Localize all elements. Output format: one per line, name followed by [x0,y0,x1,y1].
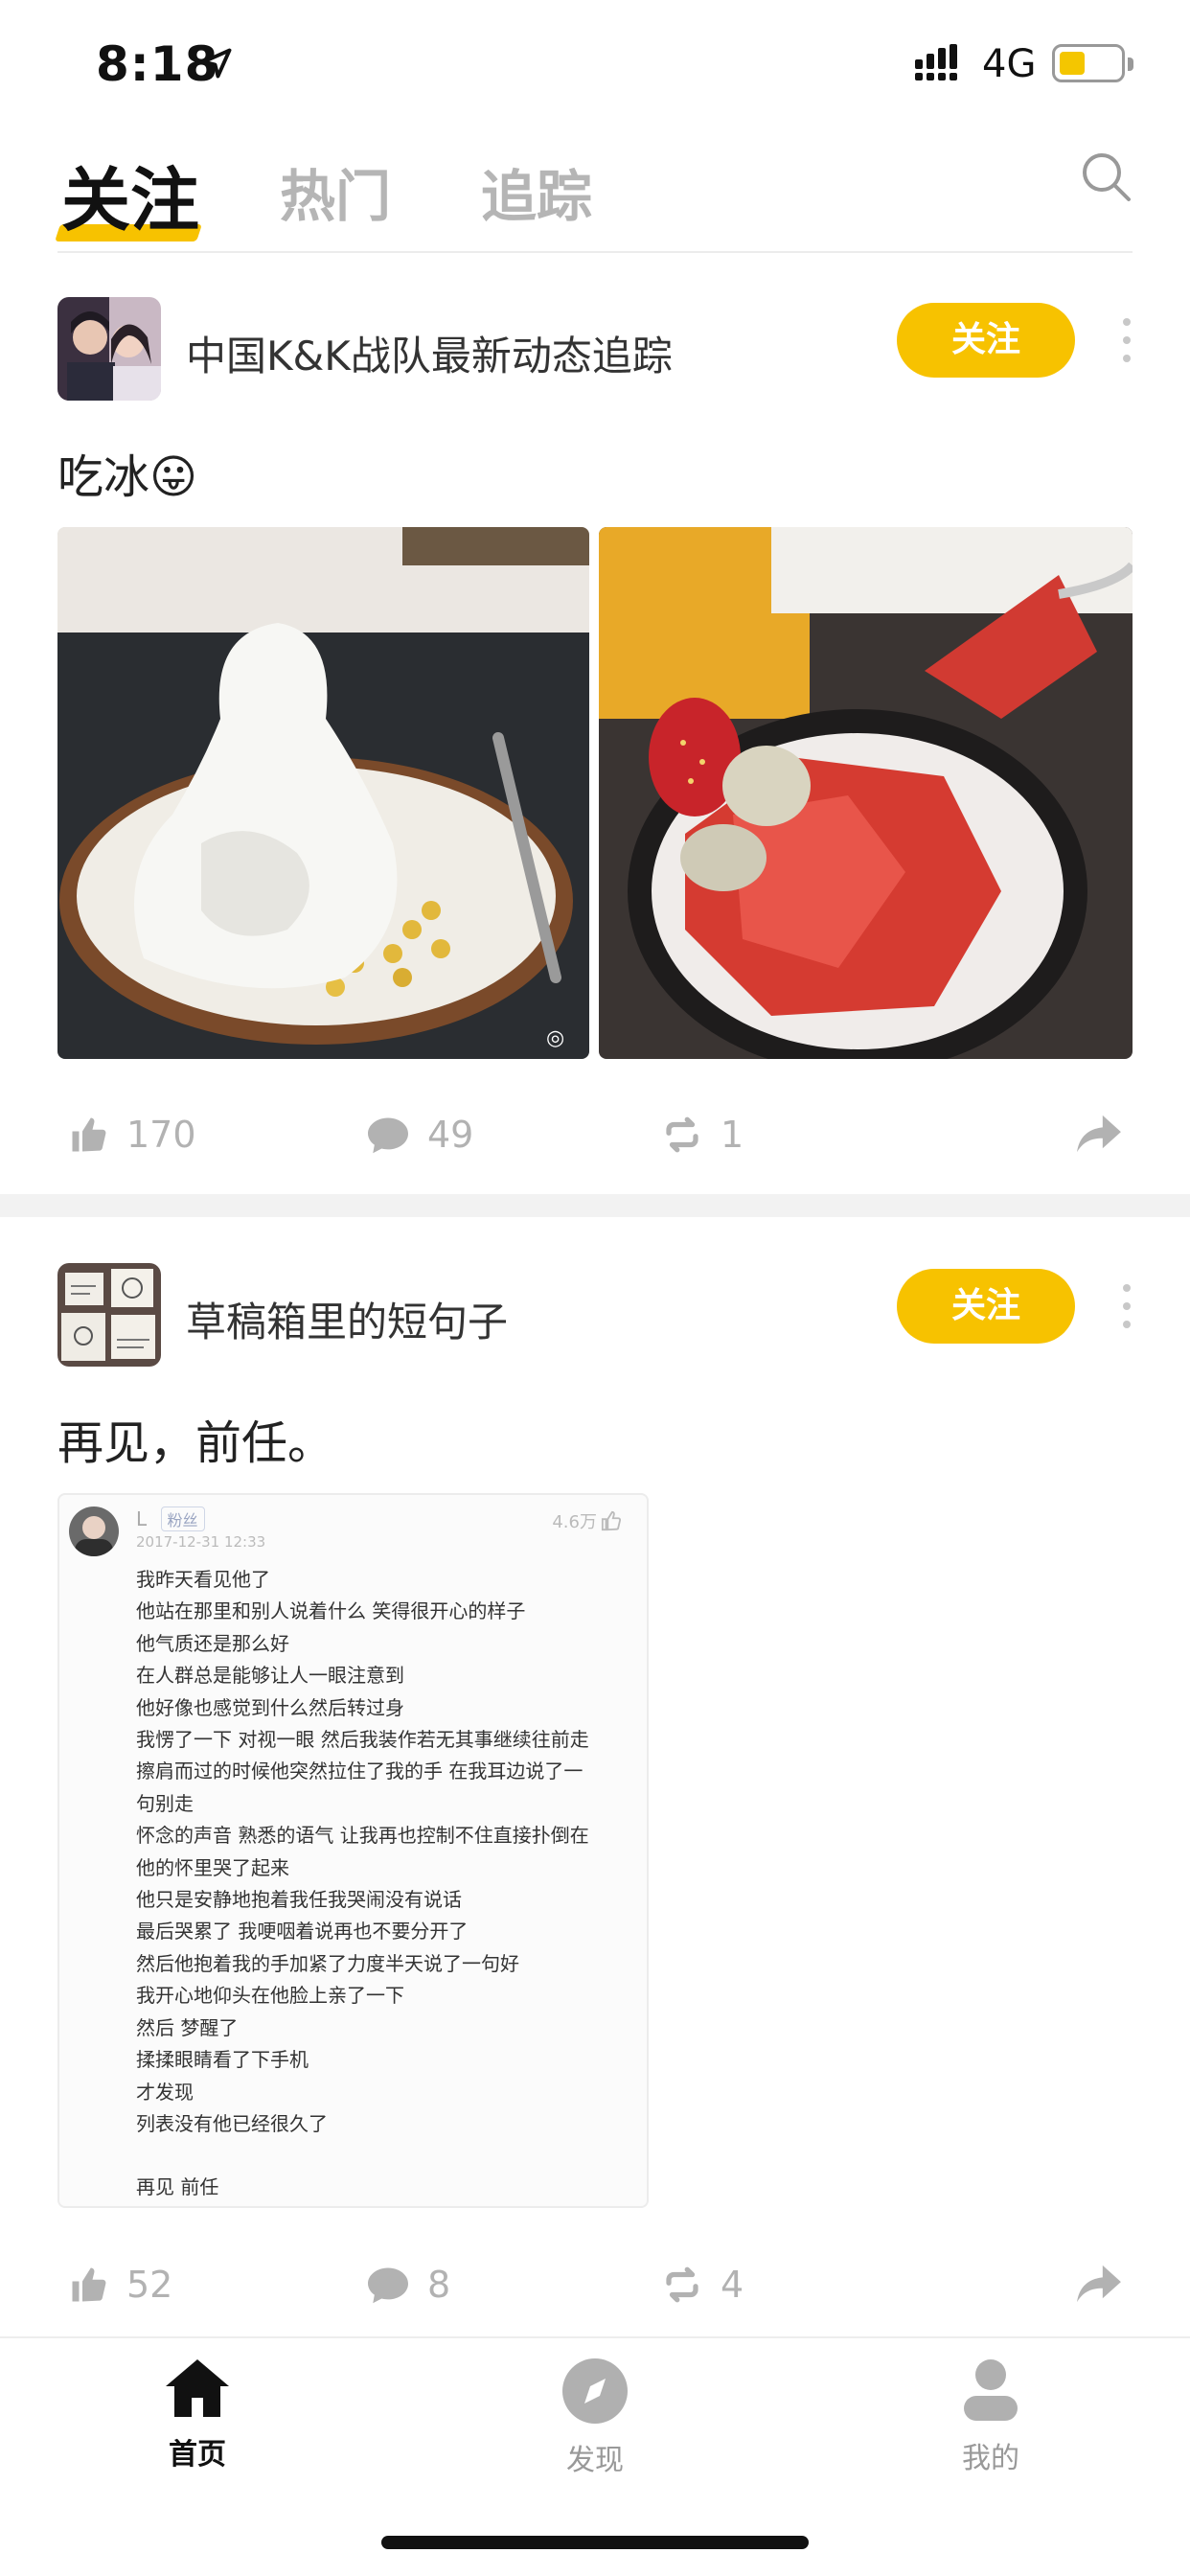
post-image[interactable]: L 粉丝 2017-12-31 12:33 4.6万 我昨天看见他了他站在那里和… [57,1493,649,2208]
battery-icon [1052,44,1133,82]
thumbs-up-icon [72,1117,106,1152]
screenshot-line: 他好像也感觉到什么然后转过身 [136,1695,404,1719]
nav-discover-label: 发现 [566,2444,624,2477]
screenshot-date: 2017-12-31 12:33 [136,1533,266,1551]
post-text-content: 吃冰 [57,450,150,504]
like-count: 170 [126,1114,196,1156]
home-icon [166,2359,229,2417]
tab-tracking[interactable]: 追踪 [481,151,592,232]
signal-icon [915,44,957,80]
screenshot-line: 然后他抱着我的手加紧了力度半天说了一句好 [136,1951,519,1975]
like-button[interactable]: 52 [69,2264,172,2306]
screenshot-line: 列表没有他已经很久了 [136,2111,328,2135]
share-arrow-icon [1077,1115,1121,1153]
post-image[interactable] [599,527,1133,1059]
tongue-emoji-icon: 😛 [149,450,198,504]
screenshot-line: 然后 梦醒了 [136,2015,239,2039]
thumbs-up-icon [601,1510,622,1531]
tab-hot[interactable]: 热门 [280,151,391,232]
comment-button[interactable]: 49 [366,1114,473,1156]
screenshot-line: 揉揉眼睛看了下手机 [136,2048,309,2072]
nav-home-label: 首页 [169,2438,226,2472]
home-indicator[interactable] [381,2536,809,2549]
tab-following[interactable]: 关注 [61,144,199,244]
author-name[interactable]: 中国K&K战队最新动态追踪 [186,324,673,382]
post-image[interactable]: ◎ [57,527,589,1059]
more-options-icon[interactable] [1121,316,1133,364]
post-separator [0,1194,1190,1217]
network-type: 4G [982,42,1037,86]
top-tabs: 关注 热门 追踪 [55,144,1133,249]
share-button[interactable] [1075,1114,1140,1154]
screenshot-line: 擦肩而过的时候他突然拉住了我的手 在我耳边说了一 [136,1760,584,1783]
avatar [69,1506,119,1556]
follow-button[interactable]: 关注 [897,1269,1075,1344]
more-options-icon[interactable] [1121,1282,1133,1330]
nav-profile-label: 我的 [962,2442,1019,2475]
repost-button[interactable]: 1 [661,1114,744,1156]
screenshot-line: 他气质还是那么好 [136,1631,289,1655]
comment-icon [368,1117,408,1154]
compass-icon [562,2358,628,2424]
like-button[interactable]: 170 [69,1114,196,1156]
screenshot-like-count: 4.6万 [552,1512,597,1532]
screenshot-line [136,2140,639,2172]
screenshot-line: 在人群总是能够让人一眼注意到 [136,1664,404,1688]
screenshot-line: 句别走 [136,1791,194,1815]
screenshot-line: 才发现 [136,2080,194,2104]
follow-button[interactable]: 关注 [897,303,1075,378]
nav-discover[interactable]: 发现 [499,2358,691,2478]
screenshot-line: 我愣了一下 对视一眼 然后我装作若无其事继续往前走 [136,1728,589,1752]
svg-text:◎: ◎ [546,1026,564,1050]
comment-icon [368,2267,408,2304]
screenshot-line: 最后哭累了 我哽咽着说再也不要分开了 [136,1920,469,1944]
avatar[interactable] [57,1263,161,1367]
thumbs-up-icon [72,2267,106,2302]
post-text: 吃冰😛 [57,439,197,506]
post-actions: 52 8 4 [0,2264,1190,2321]
screenshot-user: L [136,1507,148,1530]
post-text: 再见，前任。 [57,1416,334,1470]
repost-icon [666,1116,698,1153]
repost-count: 1 [721,1114,744,1156]
author-name[interactable]: 草稿箱里的短句子 [186,1290,508,1348]
screenshot-text-body: 我昨天看见他了他站在那里和别人说着什么 笑得很开心的样子 他气质还是那么好在人群总… [136,1564,639,2204]
screenshot-line: 他的怀里哭了起来 [136,1855,289,1879]
location-arrow-icon [201,48,232,79]
screenshot-tag: 粉丝 [160,1506,205,1531]
screenshot-line: 怀念的声音 熟悉的语气 让我再也控制不住直接扑倒在 [136,1824,589,1848]
comment-count: 8 [427,2264,451,2306]
tabs-divider [57,251,1133,253]
comment-button[interactable]: 8 [366,2264,450,2306]
repost-button[interactable]: 4 [661,2264,744,2306]
like-count: 52 [126,2264,173,2306]
screenshot-line: 他站在那里和别人说着什么 笑得很开心的样子 [136,1599,526,1623]
post-actions: 170 49 1 [0,1114,1190,1171]
screenshot-line: 我昨天看见他了 [136,1568,270,1591]
share-arrow-icon [1077,2265,1121,2303]
repost-count: 4 [721,2264,744,2306]
repost-icon [666,2266,698,2303]
status-bar: 8:18 4G [0,0,1190,125]
comment-count: 49 [427,1114,474,1156]
profile-icon [964,2359,1018,2421]
nav-profile[interactable]: 我的 [895,2358,1087,2476]
search-icon[interactable] [1079,150,1133,203]
screenshot-line: 他只是安静地抱着我任我哭闹没有说话 [136,1888,462,1912]
nav-home[interactable]: 首页 [102,2358,293,2472]
avatar[interactable] [57,297,161,401]
screenshot-line: 我开心地仰头在他脸上亲了一下 [136,1984,404,2008]
share-button[interactable] [1075,2264,1140,2304]
screenshot-line: 再见 前任 [136,2175,219,2199]
